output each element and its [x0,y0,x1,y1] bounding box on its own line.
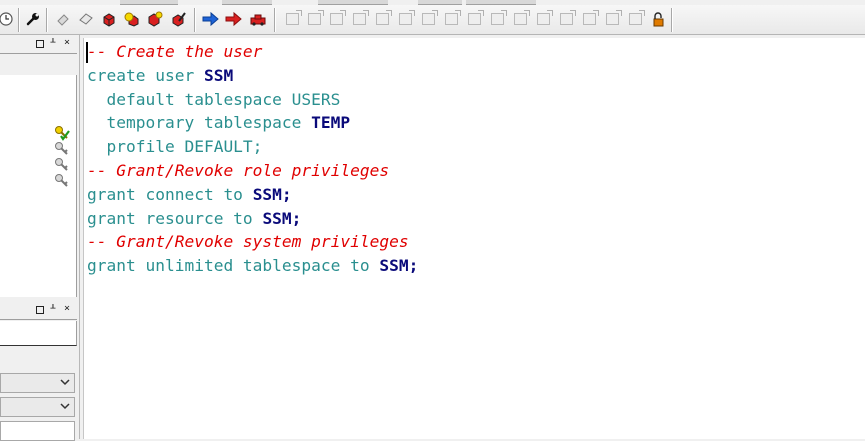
disabled-action-icon[interactable] [556,9,576,29]
toolbar-separator [671,8,673,32]
sql-editor[interactable]: -- Create the user create user SSM defaul… [83,38,865,439]
object-list [0,75,77,297]
code-token-kw: temporary tablespace [87,113,312,133]
code-token-kw: grant unlimited tablespace to [87,256,380,276]
restore-icon[interactable] [36,40,44,48]
main-toolbar [0,5,865,35]
pin-icon[interactable]: ᚆ [48,303,58,315]
toolbar-separator [274,8,276,32]
blue-arrow-right-icon[interactable] [201,9,221,29]
close-icon[interactable]: × [62,37,72,49]
code-line: -- Grant/Revoke system privileges [87,230,418,254]
code-line: temporary tablespace TEMP [87,111,418,135]
red-arrow-right-icon[interactable] [224,9,244,29]
disabled-action-icon[interactable] [510,9,530,29]
code-line: -- Create the user [87,40,418,64]
disabled-action-icon[interactable] [304,9,324,29]
wrench-icon[interactable] [23,9,43,29]
disabled-action-icon[interactable] [441,9,461,29]
close-icon[interactable]: × [62,303,72,315]
disabled-action-icon[interactable] [395,9,415,29]
disabled-action-icon[interactable] [533,9,553,29]
disabled-action-icon[interactable] [282,9,302,29]
code-token-kw: grant resource to [87,208,263,228]
key-icon[interactable] [54,173,70,193]
code-token-comment: -- Grant/Revoke system privileges [87,232,409,252]
code-line: grant connect to SSM; [87,183,418,207]
disabled-action-icon[interactable] [487,9,507,29]
dropdown[interactable] [0,373,75,393]
chevron-down-icon [60,379,70,386]
clock-icon[interactable] [0,9,16,29]
code-token-id: SSM [203,65,234,85]
code-line: profile DEFAULT; [87,135,418,159]
disabled-action-icon[interactable] [326,9,346,29]
code-token-id: TEMP [311,113,351,133]
panel-header: ᚆ × [0,35,77,54]
tag-icon[interactable] [76,9,96,29]
red-cube-star-icon[interactable] [145,9,165,29]
panel-content [0,321,77,346]
restore-icon[interactable] [36,306,44,314]
code-line: create user SSM [87,64,418,88]
red-cube-icon[interactable] [99,9,119,29]
code-token-comment: -- Create the user [87,42,263,61]
disabled-action-icon[interactable] [418,9,438,29]
disabled-action-icon[interactable] [602,9,622,29]
code-token-id: SSM; [262,208,302,228]
code-token-kw: profile DEFAULT; [87,137,263,157]
code-line: default tablespace USERS [87,88,418,112]
lock-icon[interactable] [648,9,668,29]
toolbar-separator [46,8,48,32]
code-area[interactable]: -- Create the user create user SSM defaul… [87,40,418,278]
disabled-action-icon[interactable] [464,9,484,29]
disabled-action-icon[interactable] [349,9,369,29]
code-line: grant unlimited tablespace to SSM; [87,254,418,278]
eraser-icon[interactable] [53,9,73,29]
text-area[interactable] [0,421,75,441]
code-token-kw: default tablespace USERS [87,89,341,109]
red-car-icon[interactable] [248,9,268,29]
code-token-comment: -- Grant/Revoke role privileges [87,160,390,180]
disabled-action-icon[interactable] [579,9,599,29]
red-brush-icon[interactable] [168,9,188,29]
yellow-star-red-icon[interactable] [122,9,142,29]
code-token-id: SSM; [252,184,292,204]
toolbar-separator [18,8,20,32]
chevron-down-icon [60,403,70,410]
left-dock: ᚆ × ᚆ × [0,35,80,441]
disabled-action-icon[interactable] [372,9,392,29]
pin-icon[interactable]: ᚆ [48,37,58,49]
code-line: grant resource to SSM; [87,207,418,231]
code-token-kw: create user [87,65,204,85]
toolbar-separator [194,8,196,32]
code-token-id: SSM; [379,256,419,276]
code-token-kw: grant connect to [87,184,253,204]
disabled-action-icon[interactable] [625,9,645,29]
panel-header: ᚆ × [0,301,77,320]
code-line: -- Grant/Revoke role privileges [87,159,418,183]
dropdown[interactable] [0,397,75,417]
